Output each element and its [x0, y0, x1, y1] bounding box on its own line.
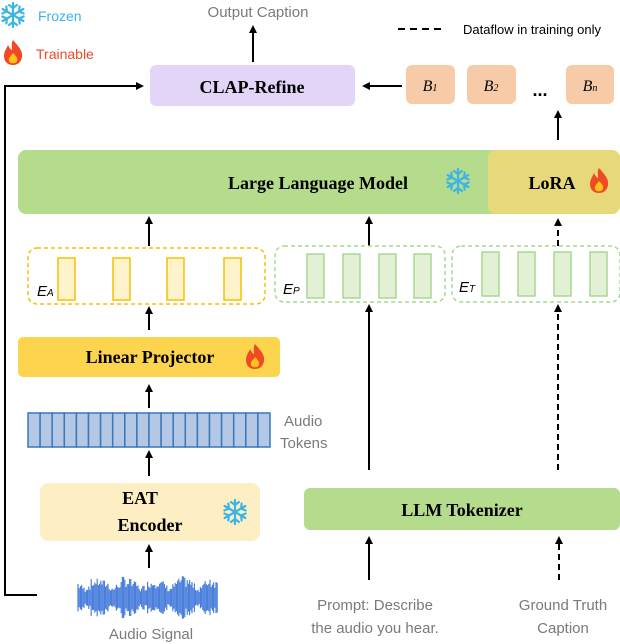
output-caption-label: Output Caption — [208, 4, 309, 21]
prompt-embedding-vector — [413, 253, 432, 299]
text-embedding-label: ET — [459, 279, 476, 296]
audio-token — [184, 412, 199, 448]
audio-token — [220, 412, 235, 448]
audio-tokens — [27, 412, 271, 448]
prompt-label-1: Prompt: Describe — [317, 597, 433, 614]
eat-encoder-label-1: EAT — [122, 488, 158, 508]
audio-waveform — [77, 576, 218, 619]
llm-tokenizer-label: LLM Tokenizer — [401, 500, 523, 520]
audio-token — [208, 412, 223, 448]
text-embedding-vector — [481, 251, 500, 297]
text-embedding-vector — [517, 251, 536, 297]
audio-embedding-vector — [57, 257, 76, 301]
audio-embedding-label: EA — [37, 283, 54, 300]
audio-token — [75, 412, 90, 448]
ground-truth-label-1: Ground Truth — [519, 597, 607, 614]
audio-token — [148, 412, 162, 448]
architecture-diagram: Frozen Trainable Dataflow in training on… — [0, 0, 620, 643]
audio-token — [232, 412, 247, 448]
clap-refine-label: CLAP-Refine — [200, 77, 305, 97]
audio-token — [196, 412, 211, 448]
audio-token — [99, 412, 114, 448]
legend-frozen: Frozen — [38, 8, 82, 24]
lora-label: LoRA — [528, 173, 575, 193]
prompt-label-2: the audio you hear. — [311, 620, 439, 637]
audio-token — [172, 412, 187, 448]
audio-token — [160, 412, 174, 448]
audio-signal-label: Audio Signal — [109, 626, 193, 643]
text-embedding-vector — [553, 251, 572, 297]
flame-icon — [4, 40, 23, 65]
audio-token — [39, 412, 53, 448]
audio-tokens-label-1: Audio — [284, 413, 322, 430]
audio-embedding-vector — [223, 257, 242, 301]
audio-token — [257, 412, 271, 448]
legend-trainable: Trainable — [36, 46, 94, 62]
prompt-embedding-label: EP — [283, 281, 300, 298]
snowflake-icon — [1, 3, 26, 27]
linear-projector-label: Linear Projector — [86, 347, 215, 367]
eat-encoder-label-2: Encoder — [118, 515, 183, 535]
legend-dashed: Dataflow in training only — [463, 22, 602, 37]
prompt-embedding-vector — [378, 253, 397, 299]
audio-token — [111, 412, 126, 448]
audio-token — [124, 412, 138, 448]
audio-token — [27, 412, 41, 448]
audio-token — [136, 412, 150, 448]
audio-embedding-vector — [166, 257, 185, 301]
ground-truth-label-2: Caption — [537, 620, 589, 637]
audio-tokens-label-2: Tokens — [280, 435, 328, 452]
audio-token — [51, 412, 66, 448]
audio-token — [63, 412, 78, 448]
ellipsis: ... — [532, 80, 547, 100]
text-embedding-vector — [589, 251, 608, 297]
prompt-embedding-vector — [342, 253, 361, 299]
llm-label: Large Language Model — [228, 173, 408, 193]
audio-token — [245, 412, 259, 448]
audio-token — [87, 412, 102, 448]
audio-embedding-vector — [112, 257, 131, 301]
prompt-embedding-vector — [306, 253, 325, 299]
